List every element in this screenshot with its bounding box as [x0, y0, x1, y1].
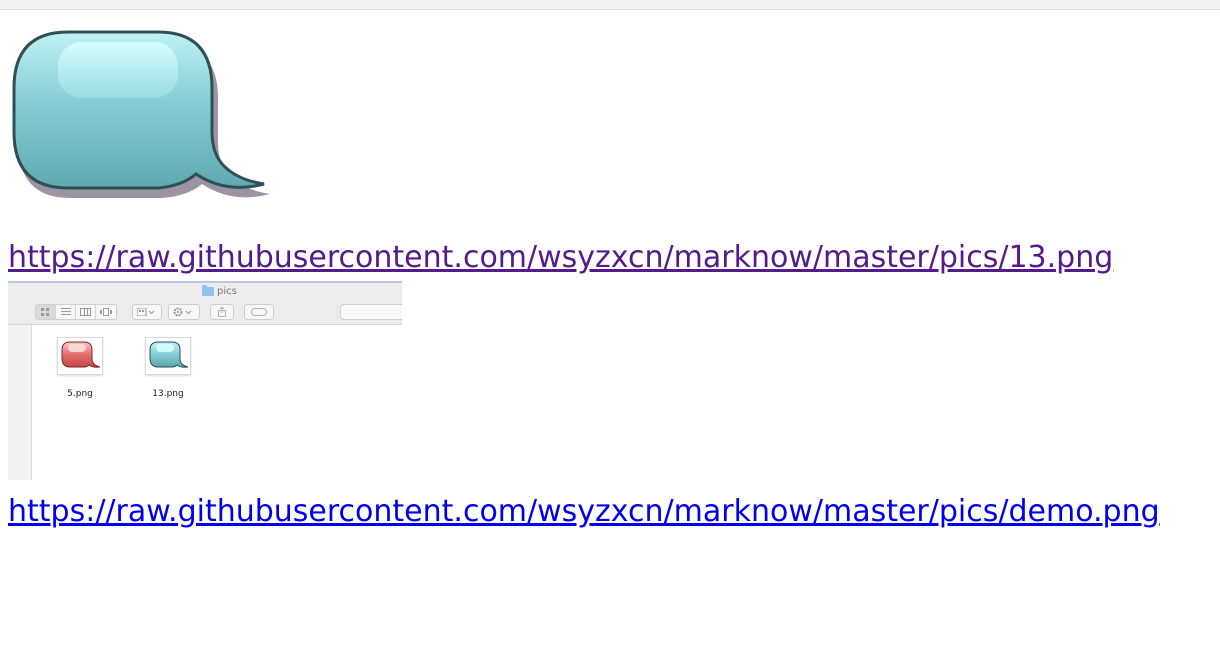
finder-sidebar [8, 325, 32, 480]
browser-top-edge [0, 0, 1220, 10]
gallery-view-icon[interactable] [96, 305, 116, 319]
speech-bubble-image [10, 28, 270, 214]
arrange-dropdown-icon[interactable] [132, 304, 162, 320]
finder-title-text: pics [217, 286, 237, 297]
file-thumbnail [57, 337, 103, 375]
image-url-link-13[interactable]: https://raw.githubusercontent.com/wsyzxc… [8, 240, 1113, 276]
file-name: 13.png [152, 389, 184, 399]
file-name: 5.png [67, 389, 93, 399]
file-item[interactable]: 13.png [138, 337, 198, 399]
finder-screenshot: pics 5.png 13.png [8, 281, 402, 480]
finder-search-field[interactable] [340, 304, 402, 320]
column-view-icon[interactable] [76, 305, 96, 319]
file-thumbnail [145, 337, 191, 375]
folder-icon [202, 285, 214, 296]
gear-action-icon[interactable] [168, 304, 200, 320]
finder-window-title: pics [202, 285, 237, 297]
icon-view-icon[interactable] [36, 305, 56, 319]
file-item[interactable]: 5.png [50, 337, 110, 399]
teal-speech-bubble-icon [149, 341, 188, 368]
list-view-icon[interactable] [56, 305, 76, 319]
image-url-link-demo[interactable]: https://raw.githubusercontent.com/wsyzxc… [8, 494, 1160, 530]
finder-toolbar: pics [8, 281, 402, 325]
teal-speech-bubble-icon [12, 30, 270, 198]
tags-icon[interactable] [244, 304, 274, 320]
share-icon[interactable] [210, 304, 234, 320]
view-mode-buttons [35, 304, 117, 320]
red-speech-bubble-icon [61, 341, 100, 368]
